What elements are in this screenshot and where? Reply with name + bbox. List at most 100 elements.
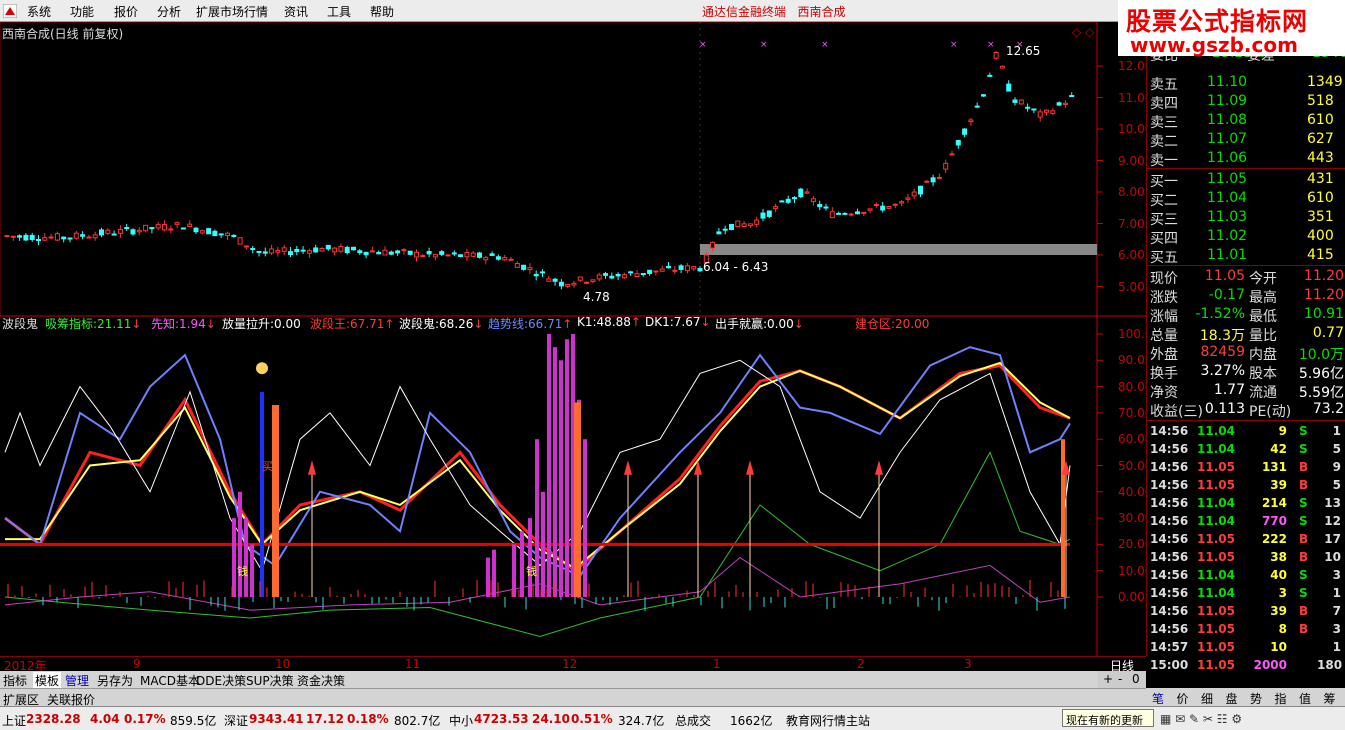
tab-dde[interactable]: DDE决策 (196, 672, 246, 689)
tab-fund[interactable]: 资金决策 (297, 672, 345, 689)
menu-quote[interactable]: 报价 (114, 3, 138, 20)
ask-row-3[interactable]: 卖三 11.08 610 (1147, 111, 1345, 131)
right-tab-4[interactable]: 势 (1250, 690, 1262, 707)
tick-count: 12 (1324, 514, 1341, 528)
news-ticker[interactable]: 教育网行情主站 (786, 712, 870, 729)
menu-tools[interactable]: 工具 (327, 3, 351, 20)
ask-row-4[interactable]: 卖四 11.09 518 (1147, 92, 1345, 112)
bid-label: 买五 (1150, 250, 1178, 266)
menu-extended-market[interactable]: 扩展市场行情 (196, 3, 268, 20)
chart-area[interactable]: × × × × × × 西南合成(日线 前复权) ◇ ◇ 12.65 4.78 6.04 … (0, 22, 1152, 656)
right-tab-7[interactable]: 筹 (1324, 690, 1336, 707)
stat-value: 1.77 (1213, 382, 1245, 398)
stat-label: 净资 (1150, 385, 1178, 401)
tick-side: S (1299, 586, 1308, 600)
stat-label: 外盘 (1150, 347, 1178, 363)
sz-percent: 0.18% (347, 712, 389, 726)
zoom-out-button[interactable]: - (1118, 672, 1122, 686)
right-panel-tabs: 笔价细盘势指值筹 (1146, 688, 1345, 706)
tick-time: 14:56 (1150, 568, 1189, 582)
tab-manage[interactable]: 管理 (65, 672, 89, 689)
tick-volume: 131 (1261, 460, 1287, 474)
zoom-in-button[interactable]: + (1103, 672, 1113, 686)
chart-corner-icons[interactable]: ◇ ◇ (1072, 25, 1094, 39)
bid-row-5[interactable]: 买五 11.01 415 (1147, 246, 1345, 266)
tick-count: 1 (1332, 424, 1341, 438)
right-tab-5[interactable]: 指 (1275, 690, 1287, 707)
tick-price: 11.05 (1197, 622, 1235, 636)
tick-side: B (1299, 460, 1309, 474)
right-tab-6[interactable]: 值 (1299, 690, 1311, 707)
price-tick-7: 5.00 (1118, 279, 1145, 294)
bid-price: 11.02 (1207, 228, 1248, 244)
sz-label: 深证 (224, 714, 249, 728)
stat-row-7: 收益(三) 0.113 PE(动) 73.2 (1147, 400, 1345, 420)
time-label-nov: 11 (405, 657, 421, 671)
menu-function[interactable]: 功能 (70, 3, 94, 20)
right-tab-3[interactable]: 盘 (1226, 690, 1238, 707)
stat-label-2: 股本 (1249, 366, 1277, 382)
tick-count: 5 (1332, 478, 1341, 492)
tab-macd[interactable]: MACD基本 (140, 672, 200, 689)
menu-system[interactable]: 系统 (27, 3, 51, 20)
price-tick-6: 6.00 (1118, 248, 1145, 262)
total-label: 总成交 (675, 714, 712, 728)
sz-change: 17.12 (306, 712, 344, 726)
menu-analysis[interactable]: 分析 (157, 3, 181, 20)
stat-value-2: 0.77 (1312, 325, 1344, 341)
tick-side: S (1299, 496, 1308, 510)
tab-template[interactable]: 模板 (33, 672, 62, 689)
tick-price: 11.04 (1197, 442, 1235, 456)
indicator-lines (0, 334, 1071, 637)
tick-count: 17 (1324, 532, 1341, 546)
bid-row-1[interactable]: 买一 11.05 431 (1147, 170, 1345, 190)
tray-icons[interactable]: ▦ ✉ ✎ ✂ ☷ ⚙ (1160, 712, 1242, 726)
bid-label: 买一 (1150, 174, 1178, 190)
bid-row-2[interactable]: 买二 11.04 610 (1147, 189, 1345, 209)
svg-text:×: × (950, 40, 958, 50)
tick-time: 14:56 (1150, 442, 1189, 456)
menu-help[interactable]: 帮助 (370, 3, 394, 20)
stat-label: 涨幅 (1150, 309, 1178, 325)
tick-volume: 39 (1270, 478, 1287, 492)
tick-price: 11.04 (1197, 586, 1235, 600)
ask-row-1[interactable]: 卖一 11.06 443 (1147, 149, 1345, 169)
right-tab-2[interactable]: 细 (1201, 690, 1213, 707)
ask-volume: 1349 (1307, 74, 1343, 90)
main-chart-title: 西南合成(日线 前复权) (2, 27, 124, 41)
indicator-item-8: 出手就赢:0.00↓ (715, 317, 804, 331)
tick-volume: 10 (1270, 640, 1287, 654)
tab-indicator[interactable]: 指标 (3, 672, 27, 689)
right-tab-0[interactable]: 笔 (1152, 690, 1164, 707)
stat-value: 3.27% (1200, 363, 1245, 379)
stat-label: 涨跌 (1150, 290, 1178, 306)
stat-label: 换手 (1150, 366, 1178, 382)
tick-time: 14:56 (1150, 514, 1189, 528)
stat-label: 现价 (1150, 271, 1178, 287)
tab-save-as[interactable]: 另存为 (97, 672, 133, 689)
bid-row-3[interactable]: 买三 11.03 351 (1147, 208, 1345, 228)
indicator-item-6: K1:48.88↑ (577, 315, 641, 329)
app-logo-icon (3, 4, 17, 18)
bid-volume: 610 (1307, 190, 1334, 206)
time-label-mar: 3 (964, 657, 972, 671)
tick-time: 14:56 (1150, 550, 1189, 564)
stat-row-0: 现价 11.05 今开 11.20 (1147, 267, 1345, 287)
ask-label: 卖一 (1150, 153, 1178, 169)
zoom-reset-button[interactable]: 0 (1132, 672, 1140, 686)
tick-time: 14:56 (1150, 622, 1189, 636)
ask-row-2[interactable]: 卖二 11.07 627 (1147, 130, 1345, 150)
tick-row: 14:57 11.05 10 1 (1147, 638, 1345, 656)
indicator-item-1: 先知:1.94↓ (151, 317, 216, 331)
stat-value-2: 73.2 (1312, 401, 1344, 417)
right-tab-1[interactable]: 价 (1177, 690, 1189, 707)
chart-canvas[interactable]: × × × × × × (0, 22, 1146, 656)
tab-sup[interactable]: SUP决策 (246, 672, 294, 689)
update-tooltip[interactable]: 现在有新的更新 (1062, 709, 1154, 727)
ask-row-5[interactable]: 卖五 11.10 1349 (1147, 73, 1345, 93)
bid-row-4[interactable]: 买四 11.02 400 (1147, 227, 1345, 247)
ask-volume: 610 (1307, 112, 1334, 128)
menu-news[interactable]: 资讯 (284, 3, 308, 20)
indicator-item-7: DK1:7.67↓ (645, 315, 711, 329)
indicator-item-9: 建仓区:20.00 (855, 317, 930, 331)
